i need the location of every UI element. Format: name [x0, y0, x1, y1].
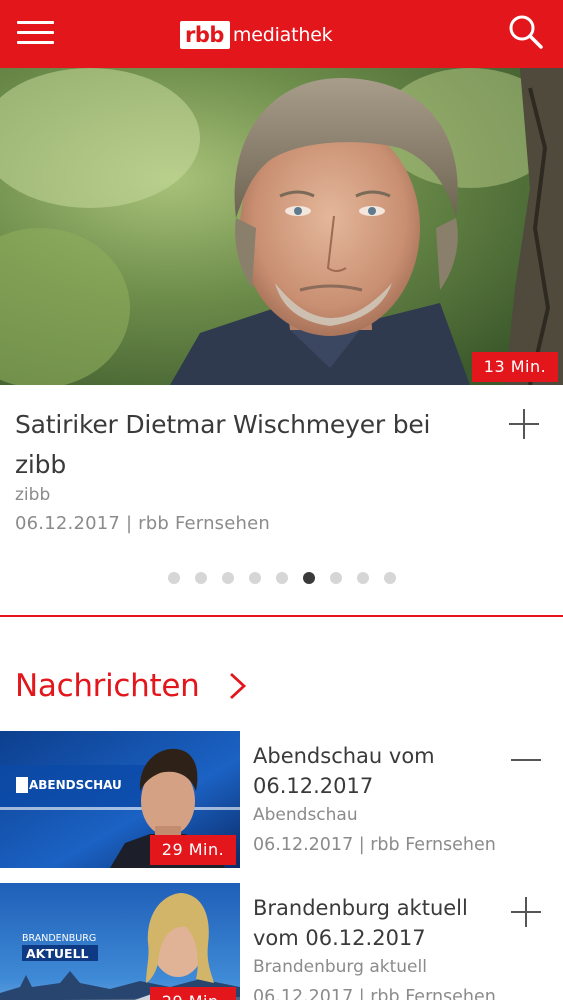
- pager-dot[interactable]: [275, 572, 288, 584]
- duration-badge: 29 Min.: [150, 835, 236, 865]
- thumb-logo-text: ABENDSCHAU: [29, 778, 122, 792]
- hamburger-menu-icon[interactable]: [17, 18, 55, 48]
- thumb-logo-bottom: AKTUELL: [26, 946, 89, 961]
- item-title[interactable]: Abendschau vom 06.12.2017: [253, 741, 503, 801]
- section-title: Nachrichten: [15, 668, 200, 704]
- pager-dot[interactable]: [383, 572, 396, 584]
- video-thumbnail[interactable]: BRANDENBURG AKTUELL: [0, 883, 240, 1000]
- hero-teaser-image[interactable]: 13 Min.: [0, 68, 563, 385]
- carousel-pager: [0, 572, 563, 586]
- pager-dot[interactable]: [167, 572, 180, 584]
- list-item[interactable]: ABENDSCHAU 29 Min. Abendschau vom 06.12.…: [0, 731, 563, 868]
- pager-dot[interactable]: [221, 572, 234, 584]
- pager-dot[interactable]: [329, 572, 342, 584]
- logo-rbb: rbb: [180, 21, 230, 49]
- logo-mediathek: mediathek: [232, 24, 333, 46]
- duration-badge: 13 Min.: [472, 352, 558, 382]
- add-to-list-plus-icon[interactable]: [509, 895, 543, 929]
- item-show-name: Brandenburg aktuell: [253, 957, 427, 977]
- pager-dot[interactable]: [194, 572, 207, 584]
- chevron-right-icon: [229, 672, 246, 700]
- hero-title[interactable]: Satiriker Dietmar Wischmeyer bei zibb: [15, 405, 485, 485]
- item-show-name: Abendschau: [253, 805, 358, 825]
- section-header-nachrichten[interactable]: Nachrichten: [15, 664, 248, 708]
- pager-dot[interactable]: [356, 572, 369, 584]
- search-icon[interactable]: [506, 13, 546, 53]
- hero-meta: 06.12.2017 | rbb Fernsehen: [15, 513, 271, 534]
- item-meta: 06.12.2017 | rbb Fernsehen: [253, 835, 496, 855]
- rbb-mediathek-logo[interactable]: rbb mediathek: [180, 20, 333, 50]
- remove-from-list-minus-icon[interactable]: [509, 743, 543, 777]
- section-divider: [0, 615, 563, 617]
- app-header: rbb mediathek: [0, 0, 563, 68]
- item-title[interactable]: Brandenburg aktuell vom 06.12.2017: [253, 893, 503, 953]
- hero-show-name: zibb: [15, 485, 51, 505]
- pager-dot[interactable]: [248, 572, 261, 584]
- thumb-logo-top: BRANDENBURG: [22, 933, 96, 944]
- add-to-list-plus-icon[interactable]: [507, 407, 541, 441]
- duration-badge: 29 Min.: [150, 987, 236, 1000]
- item-meta: 06.12.2017 | rbb Fernsehen: [253, 987, 496, 1000]
- hero-info: Satiriker Dietmar Wischmeyer bei zibb zi…: [0, 385, 563, 616]
- pager-dot-active[interactable]: [302, 572, 315, 584]
- list-item[interactable]: BRANDENBURG AKTUELL 29 Min. Brandenburg …: [0, 883, 563, 1000]
